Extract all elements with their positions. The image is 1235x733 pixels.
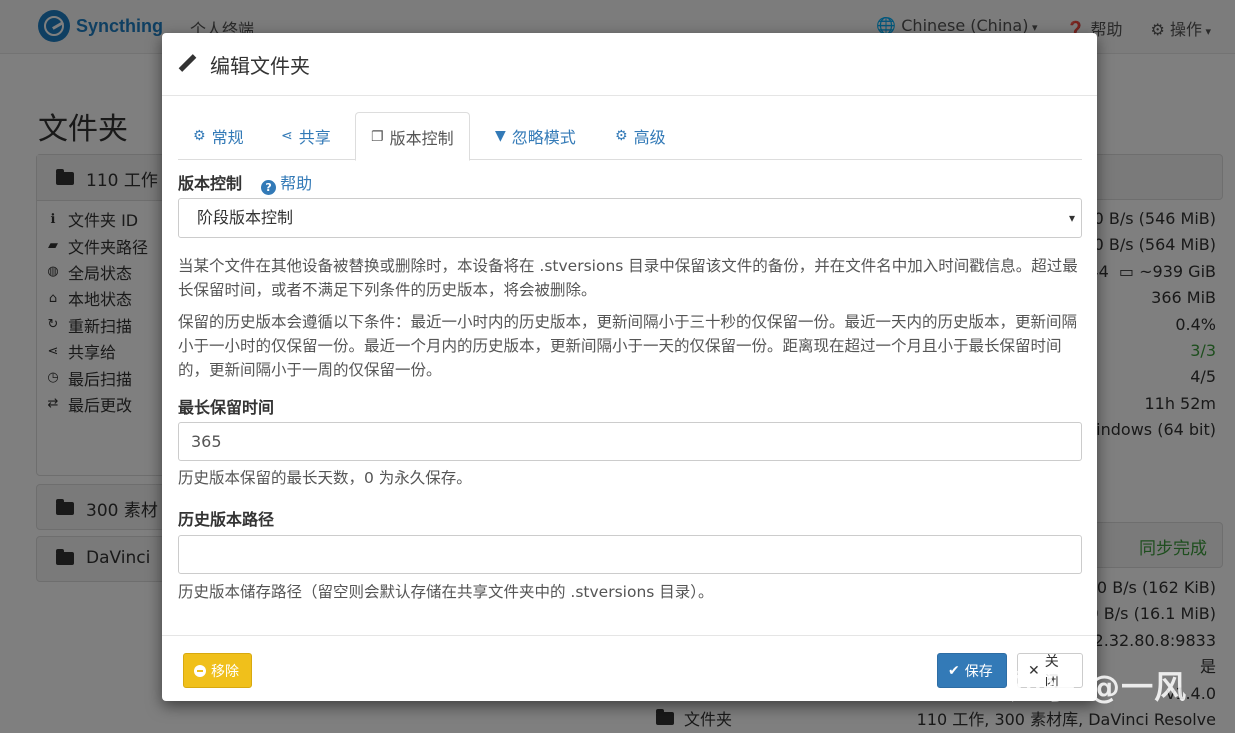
versioning-label-row: 版本控制 ? 帮助 — [178, 170, 312, 195]
tab-bar: ⚙ 常规 ⋖ 共享 ❐ 版本控制 ▼ 忽略模式 ⚙ 高级 — [178, 112, 1082, 161]
tab-versioning[interactable]: ❐ 版本控制 — [355, 112, 470, 161]
tab-general[interactable]: ⚙ 常规 — [178, 112, 259, 160]
save-button[interactable]: ✔ 保存 — [937, 653, 1007, 688]
max-age-help: 历史版本保留的最长天数，0 为永久保存。 — [178, 469, 472, 487]
tab-ignore-patterns[interactable]: ▼ 忽略模式 — [480, 112, 591, 160]
copy-icon: ❐ — [371, 128, 384, 145]
versions-path-input[interactable] — [178, 535, 1082, 574]
tab-label: 常规 — [211, 128, 244, 147]
remove-button[interactable]: 移除 — [183, 653, 252, 688]
question-icon: ? — [261, 180, 277, 195]
modal-title: 编辑文件夹 — [210, 53, 310, 78]
tab-label: 版本控制 — [389, 128, 454, 148]
remove-button-label: 移除 — [211, 663, 239, 680]
edit-folder-modal: 编辑文件夹 ⚙ 常规 ⋖ 共享 ❐ 版本控制 ▼ 忽略模式 ⚙ 高级 版本控制 … — [162, 33, 1097, 701]
versioning-description-1: 当某个文件在其他设备被替换或删除时，本设备将在 .stversions 目录中保… — [178, 257, 1078, 299]
max-age-input[interactable]: 365 — [178, 422, 1082, 461]
versions-path-label: 历史版本路径 — [178, 510, 275, 529]
watermark: 知乎 @一风 — [1010, 668, 1188, 706]
share-icon: ⋖ — [281, 128, 293, 144]
gear-icon: ⚙ — [193, 128, 206, 144]
versioning-label: 版本控制 — [178, 174, 243, 193]
versioning-help-link[interactable]: ? 帮助 — [261, 174, 313, 195]
filter-icon: ▼ — [495, 128, 506, 144]
save-button-label: 保存 — [964, 663, 993, 680]
cogs-icon: ⚙ — [615, 128, 628, 144]
pencil-icon — [178, 55, 196, 73]
check-icon: ✔ — [948, 662, 960, 679]
versions-path-help: 历史版本储存路径（留空则会默认存储在共享文件夹中的 .stversions 目录… — [178, 583, 714, 601]
tab-label: 共享 — [298, 128, 331, 147]
max-age-label: 最长保留时间 — [178, 398, 275, 417]
tab-label: 忽略模式 — [511, 128, 576, 147]
tab-label: 高级 — [633, 128, 666, 147]
minus-circle-icon — [194, 664, 206, 677]
modal-header: 编辑文件夹 — [162, 33, 1097, 96]
help-link-label: 帮助 — [280, 174, 313, 193]
tab-advanced[interactable]: ⚙ 高级 — [600, 112, 681, 160]
versioning-description-2: 保留的历史版本会遵循以下条件：最近一小时内的历史版本，更新间隔小于三十秒的仅保留… — [178, 313, 1078, 379]
versioning-type-select[interactable]: 阶段版本控制 — [178, 198, 1082, 238]
modal-footer: 移除 ✔ 保存 ✕ 关闭 — [162, 635, 1097, 701]
tab-sharing[interactable]: ⋖ 共享 — [266, 112, 346, 160]
